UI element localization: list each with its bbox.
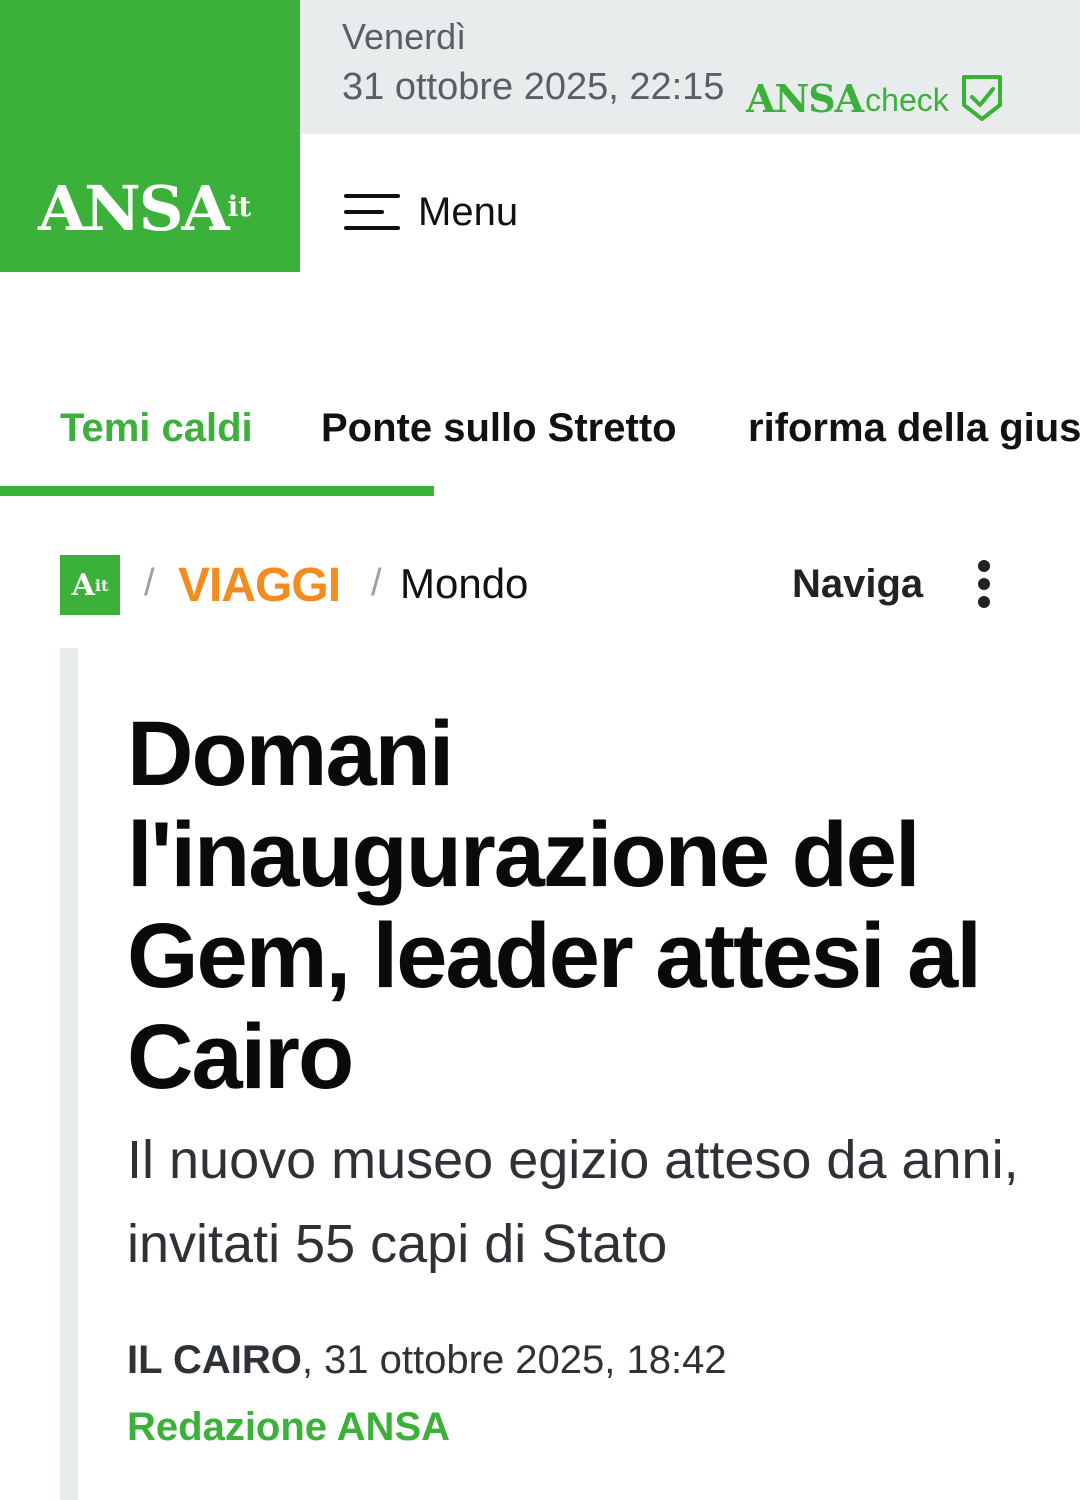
topic-ponte-sullo-stretto[interactable]: Ponte sullo Stretto [321, 406, 677, 451]
breadcrumb-subsection-mondo[interactable]: Mondo [400, 560, 528, 608]
shield-check-icon [961, 75, 1002, 121]
hamburger-icon [344, 194, 400, 230]
breadcrumb-separator: / [144, 562, 155, 604]
logo-text: ANSAit [38, 178, 251, 240]
site-logo[interactable]: ANSAit [0, 0, 300, 272]
topic-riforma-giustizia[interactable]: riforma della gius [748, 406, 1080, 451]
topics-scroll-indicator [0, 486, 434, 496]
ansa-check-brand: ANSA [746, 75, 864, 121]
breadcrumb-logo-main: A [71, 567, 95, 603]
current-datetime: 31 ottobre 2025, 22:15 [342, 66, 725, 108]
ansa-check-link[interactable]: ANSA check [746, 70, 1003, 126]
date-bar: Venerdì 31 ottobre 2025, 22:15 ANSA chec… [300, 0, 1080, 134]
breadcrumb-logo-suffix: it [94, 575, 109, 595]
article-meta: IL CAIRO, 31 ottobre 2025, 18:42 [127, 1338, 727, 1383]
menu-button[interactable]: Menu [342, 184, 518, 240]
page: ANSAit Venerdì 31 ottobre 2025, 22:15 AN… [0, 0, 1080, 1500]
menu-label: Menu [418, 189, 519, 234]
navigate-button[interactable]: Naviga [792, 562, 923, 607]
article-left-rule [60, 648, 78, 1500]
hot-topics-bar: Temi caldi Ponte sullo Stretto riforma d… [0, 398, 1080, 462]
logo-suffix: it [227, 190, 252, 223]
topic-temi-caldi[interactable]: Temi caldi [60, 406, 253, 451]
current-day: Venerdì [342, 16, 467, 57]
article-author[interactable]: Redazione ANSA [127, 1405, 450, 1450]
ansa-check-word: check [865, 81, 949, 118]
article-place: IL CAIRO [127, 1338, 302, 1382]
article-date: , 31 ottobre 2025, 18:42 [301, 1338, 727, 1382]
breadcrumb-section-viaggi[interactable]: VIAGGI [178, 558, 341, 613]
breadcrumb-home-logo[interactable]: Ait [60, 555, 120, 615]
more-options-icon[interactable] [972, 558, 996, 614]
breadcrumb-separator: / [371, 562, 382, 604]
article-headline: Domani l'inaugurazione del Gem, leader a… [127, 703, 982, 1108]
article-subheadline: Il nuovo museo egizio atteso da anni, in… [127, 1130, 1019, 1274]
logo-main: ANSA [38, 172, 230, 245]
